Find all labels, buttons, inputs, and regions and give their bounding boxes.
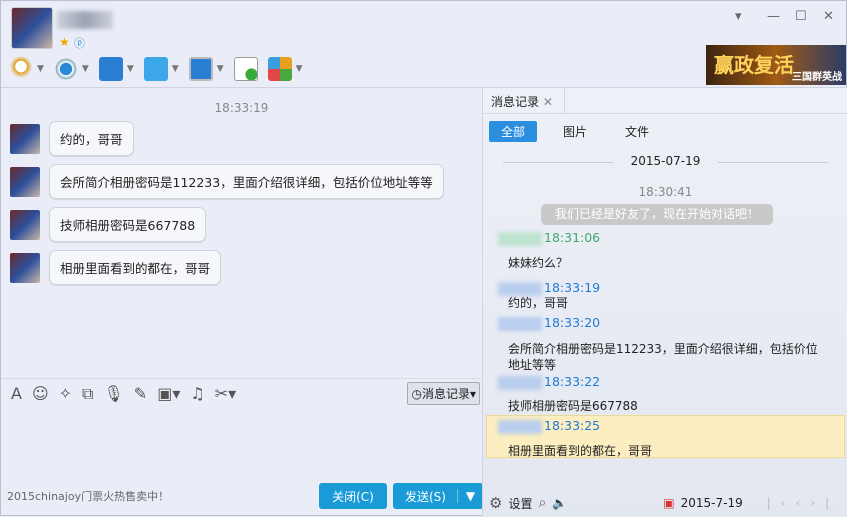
tab-message-history[interactable]: 消息记录 ✕ [483, 88, 565, 113]
message-bubble: 相册里面看到的都在，哥哥 [49, 250, 222, 285]
ad-banner[interactable]: 赢政复活 三国群英战 [706, 45, 846, 85]
apps-button[interactable]: ▼ [267, 55, 303, 83]
history-entry-text: 技师相册密码是667788 [508, 399, 638, 413]
history-date: 2015-07-19 [503, 154, 828, 168]
history-entry-text: 会所简介相册密码是112233，里面介绍很详细，包括价位地址等等 [508, 342, 818, 372]
close-icon[interactable]: ✕ [823, 9, 834, 24]
sender-name-blurred [498, 375, 542, 390]
history-label: 消息记录 [421, 387, 470, 401]
pager-buttons[interactable]: |‹‹›| [767, 496, 839, 510]
chat-message: 约的，哥哥 [10, 121, 134, 156]
filter-images[interactable]: 图片 [551, 121, 599, 142]
filter-files[interactable]: 文件 [613, 121, 661, 142]
chat-timestamp: 18:33:19 [214, 101, 269, 115]
avatar [10, 209, 40, 240]
emoji-icon[interactable]: ☺ [32, 384, 49, 403]
shake-icon[interactable]: ⧉ [82, 384, 93, 404]
history-panel: 消息记录 ✕ 全部 图片 文件 2015-07-19 18:30:41 我们已经… [483, 88, 847, 517]
image-icon[interactable]: ▣▾ [157, 384, 180, 403]
message-bubble: 技师相册密码是667788 [49, 207, 207, 242]
send-button[interactable]: 发送(S) ▼ [393, 483, 483, 509]
entry-time: 18:33:19 [544, 280, 601, 295]
message-history-button[interactable]: ◷消息记录▾ [407, 382, 480, 405]
star-icon[interactable]: ★ [59, 35, 70, 49]
close-tab-icon[interactable]: ✕ [543, 95, 553, 109]
qzone-icon[interactable]: ⓟ [74, 35, 85, 51]
history-entry-text: 妹妹约么？ [508, 256, 569, 270]
remote-desktop-icon [188, 57, 213, 81]
sender-name-blurred [498, 231, 542, 246]
clock-icon: ◷ [411, 387, 422, 401]
sender-name-blurred [498, 419, 542, 434]
message-input[interactable] [5, 411, 479, 479]
chat-window: ★ ⓟ ▾ — ☐ ✕ ▼ ▼ ▼ ▼ ▼ ▼ 赢政复活 三国群英战 18:33:… [0, 0, 847, 517]
history-entry-text: 约的，哥哥 [508, 296, 569, 310]
music-icon[interactable]: ♫ [190, 384, 204, 403]
entry-time: 18:33:20 [544, 315, 601, 330]
maximize-icon[interactable]: ☐ [795, 9, 807, 24]
camera-icon [53, 57, 78, 81]
system-message: 我们已经是好友了，现在开始对话吧！ [541, 204, 773, 225]
promo-footnote[interactable]: 2015chinajoy门票火热售卖中！ [7, 488, 169, 504]
video-call-button[interactable]: ▼ [53, 55, 89, 83]
sender-name-blurred [498, 281, 542, 296]
contact-name-blurred [57, 11, 113, 29]
chat-area: 18:33:19 约的，哥哥 会所简介相册密码是112233，里面介绍很详细，包… [1, 88, 482, 378]
filter-all[interactable]: 全部 [489, 121, 538, 142]
speaker-icon[interactable]: 🔈 [552, 496, 567, 510]
contact-avatar[interactable] [11, 7, 53, 49]
chat-message: 相册里面看到的都在，哥哥 [10, 250, 222, 285]
calendar-icon[interactable]: ▣ [663, 496, 674, 510]
screenshot-scissors-icon[interactable]: ✂▾ [215, 384, 236, 403]
entry-time: 18:31:06 [544, 230, 601, 245]
voice-message-icon[interactable]: 🎙 [103, 384, 123, 403]
chat-add-icon [233, 57, 258, 81]
history-entry-text: 相册里面看到的都在，哥哥 [508, 444, 653, 458]
history-entry-header: 18:33:25 [498, 418, 600, 434]
history-entry-header: 18:33:22 [498, 374, 600, 390]
send-label: 发送(S) [405, 489, 446, 504]
sender-name-blurred [498, 316, 542, 331]
history-entry-header: 18:33:20 [498, 315, 600, 331]
ad-title: 赢政复活 [714, 53, 794, 77]
folder-icon [143, 57, 168, 81]
chat-message: 技师相册密码是667788 [10, 207, 207, 242]
remote-desktop-button[interactable]: ▼ [188, 55, 224, 83]
settings-label[interactable]: 设置 [508, 495, 532, 512]
message-bubble: 约的，哥哥 [49, 121, 134, 156]
ad-subtitle: 三国群英战 [792, 72, 842, 83]
file-transfer-button[interactable]: ▼ [143, 55, 179, 83]
tab-label: 消息记录 [491, 95, 540, 109]
settings-icon[interactable]: ⚙ [489, 494, 502, 512]
search-icon[interactable]: ⌕ [538, 495, 546, 511]
close-button[interactable]: 关闭(C) [319, 483, 387, 509]
apps-grid-icon [267, 57, 292, 81]
message-bubble: 会所简介相册密码是112233，里面介绍很详细，包括价位地址等等 [49, 164, 444, 199]
entry-time: 18:33:25 [544, 418, 601, 433]
add-chat-button[interactable] [233, 55, 258, 83]
system-timestamp: 18:30:41 [638, 185, 693, 199]
footer-date[interactable]: 2015-7-19 [681, 496, 743, 510]
screen-share-icon [98, 57, 123, 81]
history-entry-header: 18:31:06 [498, 230, 600, 246]
edit-icon[interactable]: ✎ [134, 384, 147, 403]
screen-share-button[interactable]: ▼ [98, 55, 134, 83]
send-options-dropdown[interactable]: ▼ [457, 489, 483, 503]
magic-icon[interactable]: ✧ [59, 384, 72, 403]
entry-time: 18:33:22 [544, 374, 601, 389]
minimize-icon[interactable]: — [767, 9, 780, 24]
avatar [10, 166, 40, 197]
avatar [10, 252, 40, 283]
voice-call-button[interactable]: ▼ [9, 55, 44, 83]
font-icon[interactable]: A [11, 384, 22, 403]
microphone-icon [9, 57, 33, 81]
history-entry-header: 18:33:19 [498, 280, 600, 296]
avatar [10, 123, 40, 154]
chat-message: 会所简介相册密码是112233，里面介绍很详细，包括价位地址等等 [10, 164, 444, 199]
dropdown-icon[interactable]: ▾ [735, 9, 742, 24]
input-toolbar: A ☺ ✧ ⧉ 🎙 ✎ ▣▾ ♫ ✂▾ ◷消息记录▾ [1, 378, 482, 408]
